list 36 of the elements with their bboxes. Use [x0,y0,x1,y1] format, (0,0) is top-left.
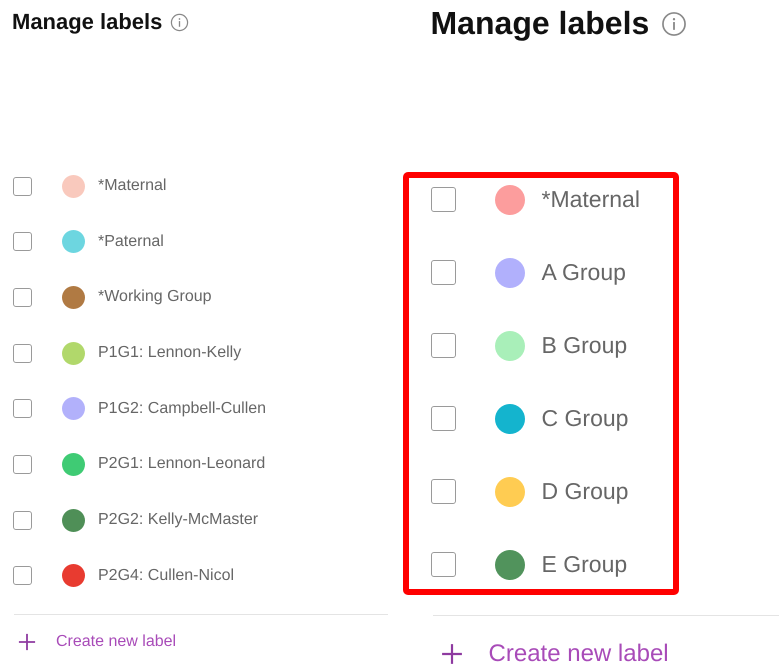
label-name[interactable]: P2G1: Lennon-Leonard [98,455,266,474]
label-name[interactable]: P2G4: Cullen-Nicol [98,566,234,585]
checkbox[interactable] [430,479,456,504]
label-name[interactable]: D Group [542,478,628,506]
label-name[interactable]: E Group [542,551,628,578]
checkbox[interactable] [13,566,32,586]
checkbox[interactable] [13,288,32,307]
plus-icon [18,632,36,651]
label-name[interactable]: A Group [542,259,626,286]
plus-icon [440,643,463,665]
create-label-button[interactable]: Create new label [18,632,176,651]
checkbox[interactable] [13,232,32,252]
info-icon[interactable] [661,10,688,37]
checkbox[interactable] [13,399,32,418]
checkbox[interactable] [430,187,456,212]
checkbox[interactable] [13,344,32,363]
checkbox[interactable] [13,510,32,530]
checkbox[interactable] [13,454,32,474]
label-name[interactable]: P1G1: Lennon-Kelly [98,344,242,362]
create-label-button[interactable]: Create new label [440,640,669,668]
checkbox[interactable] [13,176,32,196]
info-icon[interactable] [170,12,190,32]
checkbox[interactable] [430,406,456,432]
label-name[interactable]: P2G2: Kelly-McMaster [98,511,258,530]
checkbox[interactable] [430,552,456,578]
panel-title: Manage labels [12,9,162,35]
checkbox[interactable] [430,333,456,358]
label-name[interactable]: *Paternal [98,232,164,251]
checkbox[interactable] [430,260,456,286]
label-name[interactable]: *Working Group [98,288,212,306]
label-name[interactable]: B Group [542,332,628,360]
panel-title: Manage labels [430,5,650,42]
label-name[interactable]: *Maternal [542,186,640,214]
label-name[interactable]: *Maternal [98,177,166,195]
label-name[interactable]: P1G2: Campbell-Cullen [98,400,266,418]
label-name[interactable]: C Group [542,405,628,432]
